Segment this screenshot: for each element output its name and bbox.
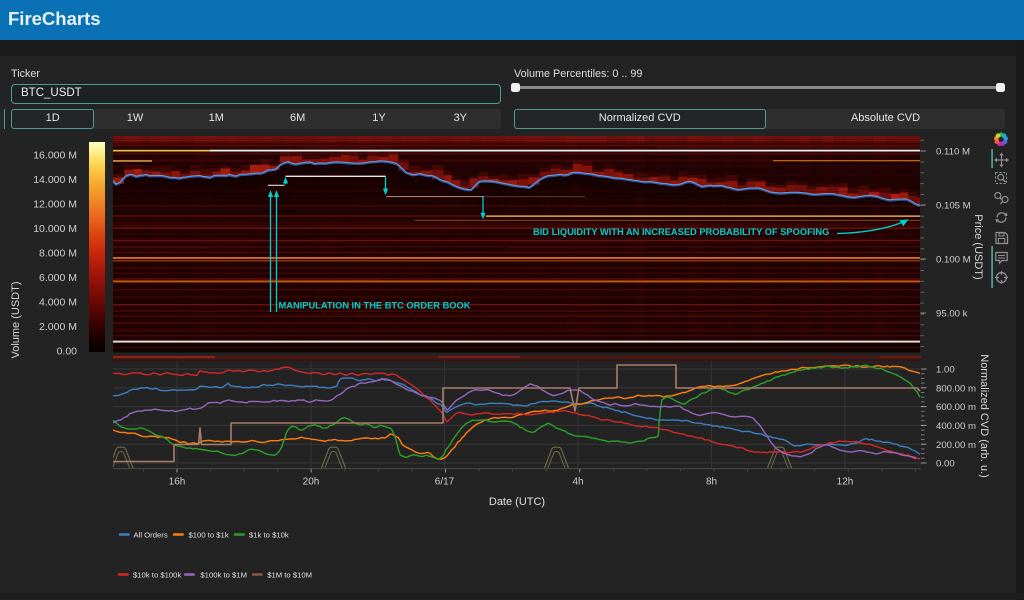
svg-text:Volume (USDT): Volume (USDT)	[10, 281, 22, 358]
svg-text:0.100 M: 0.100 M	[936, 255, 971, 266]
svg-text:1.00: 1.00	[936, 365, 955, 376]
svg-text:BID LIQUIDITY WITH AN INCREASE: BID LIQUIDITY WITH AN INCREASED PROBABIL…	[533, 227, 829, 237]
svg-text:14.000 M: 14.000 M	[33, 174, 77, 186]
svg-text:Price (USDT): Price (USDT)	[972, 214, 984, 279]
svg-text:12h: 12h	[837, 477, 854, 488]
svg-text:0.00: 0.00	[936, 459, 955, 470]
svg-text:Date (UTC): Date (UTC)	[489, 496, 545, 508]
svg-text:4.000 M: 4.000 M	[39, 297, 77, 309]
svg-text:800.00 m: 800.00 m	[936, 383, 976, 394]
svg-text:$1k to $10k: $1k to $10k	[249, 530, 289, 539]
svg-text:8.000 M: 8.000 M	[39, 248, 77, 260]
svg-text:16.000 M: 16.000 M	[33, 150, 77, 162]
svg-text:20h: 20h	[303, 477, 320, 488]
svg-text:400.00 m: 400.00 m	[936, 421, 976, 432]
svg-text:12.000 M: 12.000 M	[33, 199, 77, 211]
svg-text:16h: 16h	[169, 477, 186, 488]
svg-text:95.00 k: 95.00 k	[936, 309, 968, 320]
svg-text:$1M to $10M: $1M to $10M	[267, 570, 312, 579]
svg-text:$100k to $1M: $100k to $1M	[200, 570, 247, 579]
svg-text:All Orders: All Orders	[134, 530, 168, 539]
svg-text:6/17: 6/17	[435, 477, 455, 488]
svg-text:$100 to $1k: $100 to $1k	[189, 530, 229, 539]
svg-text:0.00: 0.00	[57, 346, 78, 358]
svg-text:MANIPULATION IN THE BTC ORDER: MANIPULATION IN THE BTC ORDER BOOK	[279, 301, 471, 311]
svg-text:2.000 M: 2.000 M	[39, 321, 77, 333]
svg-text:Normalized CVD (arb. u.): Normalized CVD (arb. u.)	[978, 354, 990, 477]
svg-text:4h: 4h	[572, 477, 583, 488]
svg-text:6.000 M: 6.000 M	[39, 272, 77, 284]
svg-text:10.000 M: 10.000 M	[33, 223, 77, 235]
svg-text:$10k to $100k: $10k to $100k	[133, 570, 181, 579]
svg-text:0.105 M: 0.105 M	[936, 201, 971, 212]
svg-text:8h: 8h	[706, 477, 717, 488]
svg-text:200.00 m: 200.00 m	[936, 440, 976, 451]
svg-text:600.00 m: 600.00 m	[936, 402, 976, 413]
svg-text:0.110 M: 0.110 M	[936, 147, 970, 158]
